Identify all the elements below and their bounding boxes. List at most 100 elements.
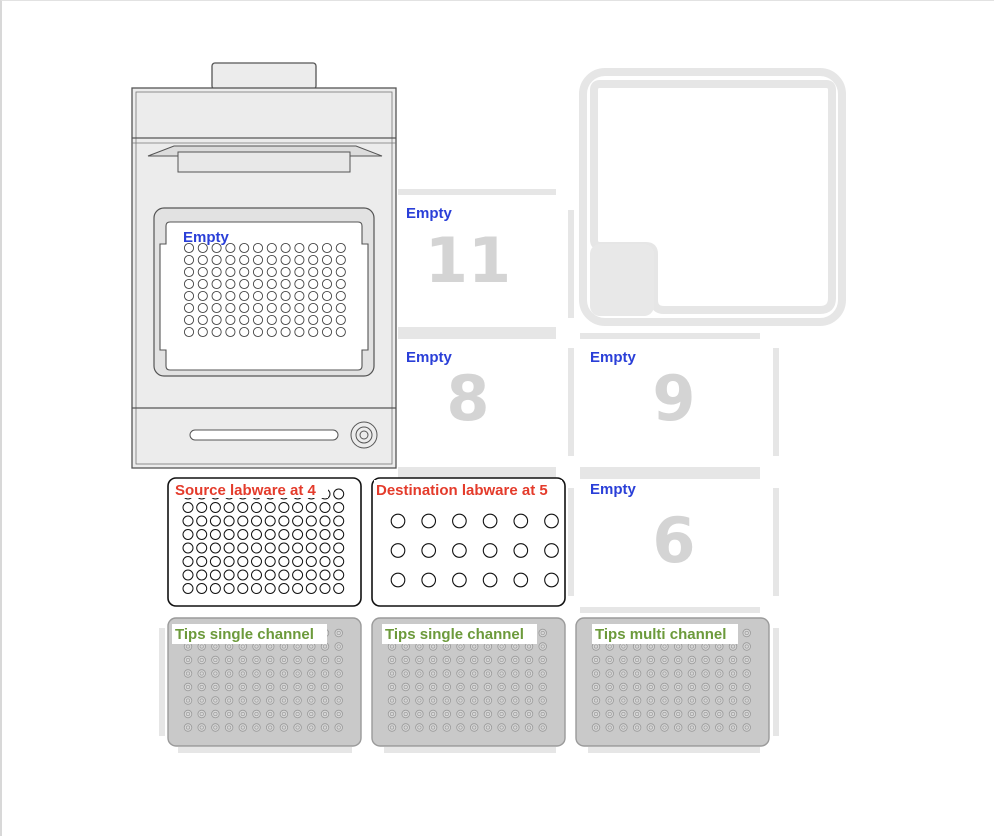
tip [632,723,642,732]
tip [211,723,220,732]
tip [728,709,738,719]
tip [442,723,451,732]
well [333,488,345,500]
well [294,254,305,266]
tip [279,709,289,719]
tip [701,709,710,719]
tip [224,669,234,678]
well [294,302,305,314]
tip [387,709,397,719]
tip [701,696,710,705]
well [182,502,194,513]
well [321,326,333,338]
tip [660,696,669,705]
well [280,314,291,326]
tip [334,655,343,665]
destination-labware[interactable]: Destination labware at 5 [371,477,566,607]
tip [266,655,275,665]
well [209,583,221,594]
well [292,542,304,554]
well [264,502,276,513]
tip [715,669,724,678]
well [308,290,319,302]
tip [605,696,614,705]
tip [497,696,506,705]
well [319,556,331,567]
tip [307,709,316,719]
tip [632,682,642,692]
thermocycler-module-icon[interactable] [131,62,397,469]
well [321,254,333,266]
tip [715,655,724,665]
well [513,543,529,558]
well [251,569,262,581]
tiprack-2-label: Tips single channel [385,626,524,643]
well [294,326,305,338]
tip [470,709,479,719]
well [335,326,346,338]
tip [442,696,451,705]
source-labware[interactable]: Source labware at 4 [167,477,362,607]
tiprack-slot-3[interactable]: Tips multi channel [575,617,770,747]
well [197,302,208,314]
well [209,542,221,554]
tip [728,723,738,732]
well [211,266,222,278]
well [225,278,236,290]
well [252,326,264,338]
tip [224,723,234,732]
well [197,314,208,326]
well [544,513,559,529]
tip [538,655,547,665]
tip [497,682,506,692]
well [182,583,194,594]
well [196,569,208,581]
tiprack-slot-1[interactable]: Tips single channel [167,617,362,747]
tip [687,682,697,692]
well [183,326,195,338]
well [421,543,437,558]
well [223,583,235,594]
well [223,515,235,527]
well [237,583,249,594]
tip [538,709,547,719]
tip [619,709,628,719]
tip [428,723,438,732]
tip [266,696,275,705]
tip [728,669,738,678]
well [319,542,331,554]
tip [428,696,438,705]
well [196,583,208,594]
slot-9-label: Empty [590,349,637,366]
well [294,242,305,254]
tip [470,669,479,678]
tip [742,696,751,705]
tip [197,709,206,719]
well [225,290,236,302]
tip [701,682,710,692]
tiprack-slot-2[interactable]: Tips single channel [371,617,566,747]
well [239,254,250,266]
tip [307,655,316,665]
well [239,242,250,254]
tip [728,696,738,705]
tip [197,682,206,692]
well [335,254,346,266]
tip [591,696,601,705]
tip [524,696,534,705]
well [305,569,317,581]
tip [591,655,601,665]
tip [591,682,601,692]
well [319,502,331,513]
well [197,290,208,302]
tip [470,655,479,665]
slot-8-number: 8 [446,362,489,435]
well [183,278,195,290]
tip [511,655,520,665]
tip [591,723,601,732]
trash-bin-icon[interactable] [579,68,846,326]
tip [715,682,724,692]
tip [591,669,601,678]
well [305,529,317,540]
tip [183,696,193,705]
